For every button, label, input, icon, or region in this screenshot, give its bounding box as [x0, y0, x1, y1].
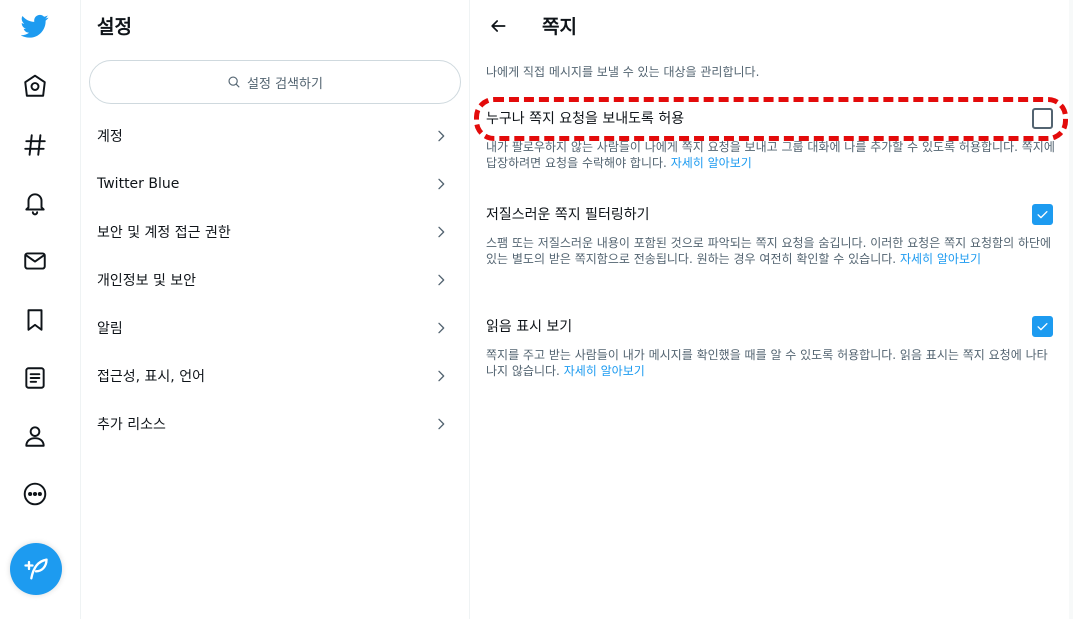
list-icon[interactable] — [11, 354, 59, 402]
back-arrow-icon — [491, 20, 506, 32]
chevron-right-icon — [438, 226, 445, 238]
detail-intro: 나에게 직접 메시지를 보낼 수 있는 대상을 관리합니다. — [486, 65, 760, 79]
settings-item-label: 추가 리소스 — [97, 417, 166, 433]
allow-requests-desc-text: 내가 팔로우하지 않는 사람들이 나에게 쪽지 요청을 보내고 그룹 대화에 나… — [486, 140, 1055, 170]
settings-item-security[interactable]: 보안 및 계정 접근 권한 — [81, 208, 469, 256]
chevron-right-icon — [438, 274, 445, 286]
check-icon — [1037, 211, 1048, 219]
learn-more-link[interactable]: 자세히 알아보기 — [564, 364, 645, 378]
bell-icon[interactable] — [11, 179, 59, 227]
back-button[interactable] — [482, 10, 514, 42]
more-circle-icon[interactable] — [11, 470, 59, 518]
hashtag-icon[interactable] — [11, 121, 59, 169]
allow-requests-description: 내가 팔로우하지 않는 사람들이 나에게 쪽지 요청을 보내고 그룹 대화에 나… — [486, 139, 1058, 171]
settings-item-label: 보안 및 계정 접근 권한 — [97, 225, 231, 241]
person-icon[interactable] — [11, 412, 59, 460]
settings-panel: 설정 설정 검색하기 계정 Twitter Blue 보안 및 계정 접근 권한… — [81, 0, 470, 619]
settings-item-twitter-blue[interactable]: Twitter Blue — [81, 160, 469, 208]
read-receipts-checkbox[interactable] — [1032, 316, 1053, 337]
messages-settings-panel: 쪽지 나에게 직접 메시지를 보낼 수 있는 대상을 관리합니다. 누구나 쪽지… — [470, 0, 1073, 619]
chevron-right-icon — [438, 418, 445, 430]
settings-search-input[interactable]: 설정 검색하기 — [89, 60, 461, 104]
scrollbar[interactable] — [1069, 0, 1073, 619]
chevron-right-icon — [438, 322, 445, 334]
learn-more-link[interactable]: 자세히 알아보기 — [671, 156, 752, 170]
compose-tweet-button[interactable] — [10, 543, 62, 595]
detail-title: 쪽지 — [542, 16, 577, 38]
settings-item-privacy[interactable]: 개인정보 및 보안 — [81, 256, 469, 304]
chevron-right-icon — [438, 370, 445, 382]
quality-filter-label: 저질스러운 쪽지 필터링하기 — [486, 207, 650, 223]
settings-item-label: Twitter Blue — [97, 176, 180, 192]
compose-feather-icon — [24, 558, 48, 580]
search-placeholder: 설정 검색하기 — [247, 76, 323, 92]
bookmark-icon[interactable] — [11, 296, 59, 344]
envelope-icon[interactable] — [11, 237, 59, 285]
twitter-logo-icon[interactable] — [11, 2, 59, 50]
quality-filter-description: 스팸 또는 저질스러운 내용이 포함된 것으로 파악되는 쪽지 요청을 숨깁니다… — [486, 235, 1058, 267]
nav-rail — [0, 0, 81, 619]
home-icon[interactable] — [11, 62, 59, 110]
read-receipts-label: 읽음 표시 보기 — [486, 319, 573, 335]
settings-item-accessibility[interactable]: 접근성, 표시, 언어 — [81, 352, 469, 400]
settings-item-resources[interactable]: 추가 리소스 — [81, 400, 469, 448]
settings-item-label: 계정 — [97, 129, 123, 145]
settings-item-notifications[interactable]: 알림 — [81, 304, 469, 352]
check-icon — [1037, 323, 1048, 331]
settings-item-label: 접근성, 표시, 언어 — [97, 369, 205, 385]
read-receipts-description: 쪽지를 주고 받는 사람들이 내가 메시지를 확인했을 때를 알 수 있도록 허… — [486, 347, 1058, 379]
search-icon — [228, 76, 240, 88]
chevron-right-icon — [438, 178, 445, 190]
page-title: 설정 — [97, 16, 132, 38]
learn-more-link[interactable]: 자세히 알아보기 — [900, 252, 981, 266]
allow-requests-label: 누구나 쪽지 요청을 보내도록 허용 — [486, 111, 685, 127]
quality-filter-checkbox[interactable] — [1032, 204, 1053, 225]
chevron-right-icon — [438, 130, 445, 142]
settings-item-label: 알림 — [97, 321, 123, 337]
settings-item-label: 개인정보 및 보안 — [97, 273, 197, 289]
allow-requests-checkbox[interactable] — [1032, 108, 1053, 129]
settings-item-account[interactable]: 계정 — [81, 112, 469, 160]
